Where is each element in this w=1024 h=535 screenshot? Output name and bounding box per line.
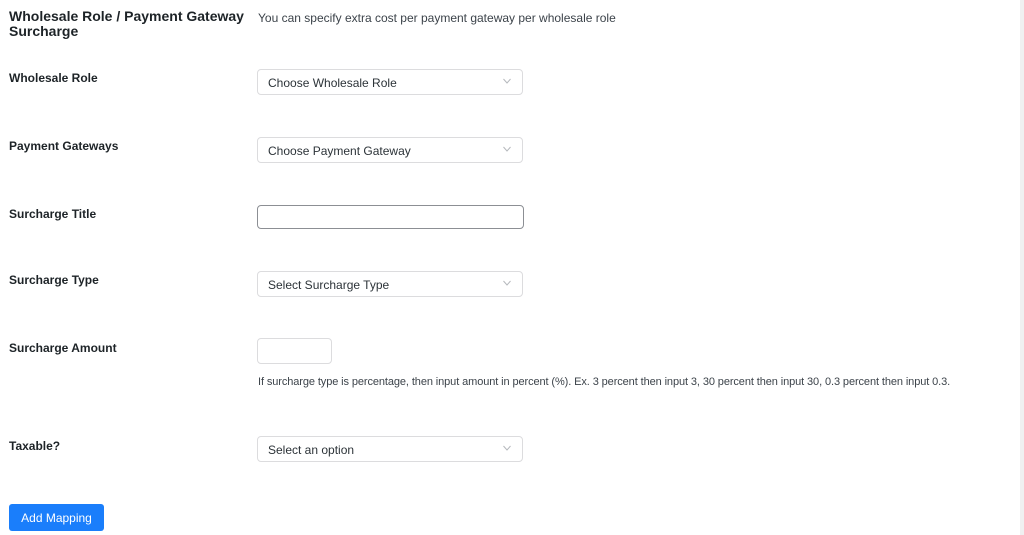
chevron-down-icon bbox=[503, 78, 511, 84]
surcharge-type-label: Surcharge Type bbox=[9, 273, 99, 287]
surcharge-title-label: Surcharge Title bbox=[9, 207, 97, 221]
section-description: You can specify extra cost per payment g… bbox=[258, 11, 616, 25]
surcharge-title-input[interactable] bbox=[257, 205, 524, 229]
payment-gateway-select[interactable]: Choose Payment Gateway bbox=[257, 137, 523, 163]
wholesale-role-label: Wholesale Role bbox=[9, 71, 98, 85]
surcharge-amount-help-text: If surcharge type is percentage, then in… bbox=[258, 376, 951, 388]
payment-gateways-label: Payment Gateways bbox=[9, 139, 119, 153]
surcharge-type-selected-text: Select Surcharge Type bbox=[268, 278, 390, 292]
surcharge-type-select[interactable]: Select Surcharge Type bbox=[257, 271, 523, 297]
chevron-down-icon bbox=[503, 146, 511, 152]
add-mapping-button[interactable]: Add Mapping bbox=[9, 504, 104, 531]
wholesale-role-select[interactable]: Choose Wholesale Role bbox=[257, 69, 523, 95]
payment-gateway-selected-text: Choose Payment Gateway bbox=[268, 144, 411, 158]
chevron-down-icon bbox=[503, 280, 511, 286]
taxable-select[interactable]: Select an option bbox=[257, 436, 523, 462]
taxable-selected-text: Select an option bbox=[268, 443, 355, 457]
surcharge-amount-input[interactable] bbox=[257, 338, 332, 364]
wholesale-role-selected-text: Choose Wholesale Role bbox=[268, 76, 397, 90]
taxable-label: Taxable? bbox=[9, 439, 61, 453]
page-right-edge bbox=[1020, 0, 1024, 535]
chevron-down-icon bbox=[503, 445, 511, 451]
section-title: Wholesale Role / Payment Gateway Surchar… bbox=[9, 8, 244, 39]
surcharge-amount-label: Surcharge Amount bbox=[9, 341, 117, 355]
